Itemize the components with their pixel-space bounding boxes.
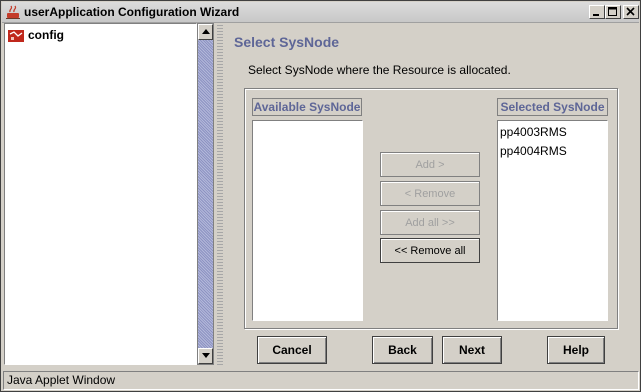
scroll-down-icon[interactable] [198,348,213,364]
status-bar: Java Applet Window [3,371,639,390]
add-all-button[interactable]: Add all >> [380,210,480,235]
wizard-window: userApplication Configuration Wizard con… [0,0,641,392]
available-list-header: Available SysNode [252,98,362,116]
selected-list-header: Selected SysNode [497,98,608,116]
remove-all-button[interactable]: << Remove all [380,238,480,263]
tree-node-label: config [28,28,64,42]
list-item[interactable]: pp4003RMS [500,125,567,139]
help-button[interactable]: Help [547,336,605,364]
cancel-button[interactable]: Cancel [257,336,327,364]
next-button[interactable]: Next [442,336,502,364]
window-title: userApplication Configuration Wizard [24,5,240,19]
split-pane-divider[interactable] [217,23,223,365]
tree-panel: config [4,23,197,365]
back-button[interactable]: Back [372,336,433,364]
java-app-icon [5,4,21,20]
instruction-text: Select SysNode where the Resource is all… [248,63,511,77]
tree-node-config[interactable]: config [8,27,64,43]
list-item[interactable]: pp4004RMS [500,144,567,158]
minimize-icon[interactable] [589,5,605,19]
scroll-up-icon[interactable] [198,24,213,40]
maximize-icon[interactable] [605,5,621,19]
available-sysnode-list[interactable] [252,120,363,321]
add-button[interactable]: Add > [380,152,480,177]
tree-scrollbar[interactable] [197,23,214,365]
remove-button[interactable]: < Remove [380,181,480,206]
close-icon[interactable] [623,5,639,19]
config-icon [8,28,24,42]
page-title: Select SysNode [234,34,340,50]
selected-sysnode-list[interactable]: pp4003RMS pp4004RMS [497,120,608,321]
title-bar: userApplication Configuration Wizard [2,2,639,23]
